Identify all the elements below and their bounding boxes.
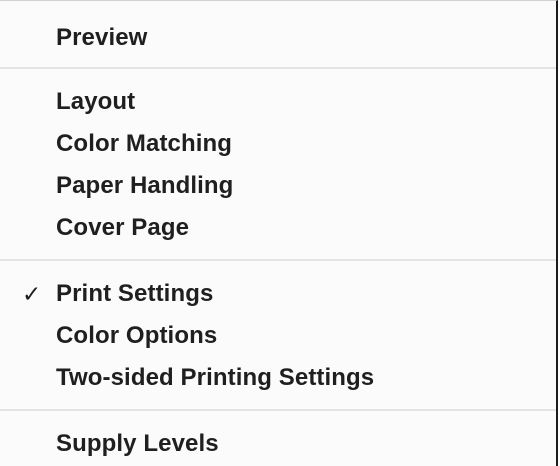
menu-item-preview[interactable]: Preview (0, 19, 556, 57)
menu-item-two-sided-printing-settings[interactable]: Two-sided Printing Settings (0, 359, 556, 397)
menu-item-label: Color Matching (56, 130, 233, 157)
menu-item-label: Supply Levels (56, 430, 219, 457)
menu-item-print-settings[interactable]: ✓ Print Settings (0, 275, 556, 313)
menu-item-label: Paper Handling (56, 172, 234, 199)
menu-item-color-options[interactable]: Color Options (0, 317, 556, 355)
menu-item-paper-handling[interactable]: Paper Handling (0, 167, 556, 205)
menu-item-label: Layout (56, 88, 136, 115)
menu-separator (0, 67, 556, 69)
menu-item-layout[interactable]: Layout (0, 83, 556, 121)
menu-separator (0, 409, 556, 411)
menu-item-cover-page[interactable]: Cover Page (0, 209, 556, 247)
menu-item-label: Preview (56, 24, 148, 51)
menu-item-label: Color Options (56, 322, 218, 349)
menu-item-supply-levels[interactable]: Supply Levels (0, 425, 556, 463)
menu-item-label: Print Settings (56, 280, 214, 307)
menu-item-color-matching[interactable]: Color Matching (0, 125, 556, 163)
menu-item-label: Cover Page (56, 214, 190, 241)
menu-item-label: Two-sided Printing Settings (56, 364, 375, 391)
print-options-menu: Preview Layout Color Matching Paper Hand… (0, 0, 558, 466)
checkmark-icon: ✓ (22, 281, 42, 307)
menu-separator (0, 259, 556, 261)
